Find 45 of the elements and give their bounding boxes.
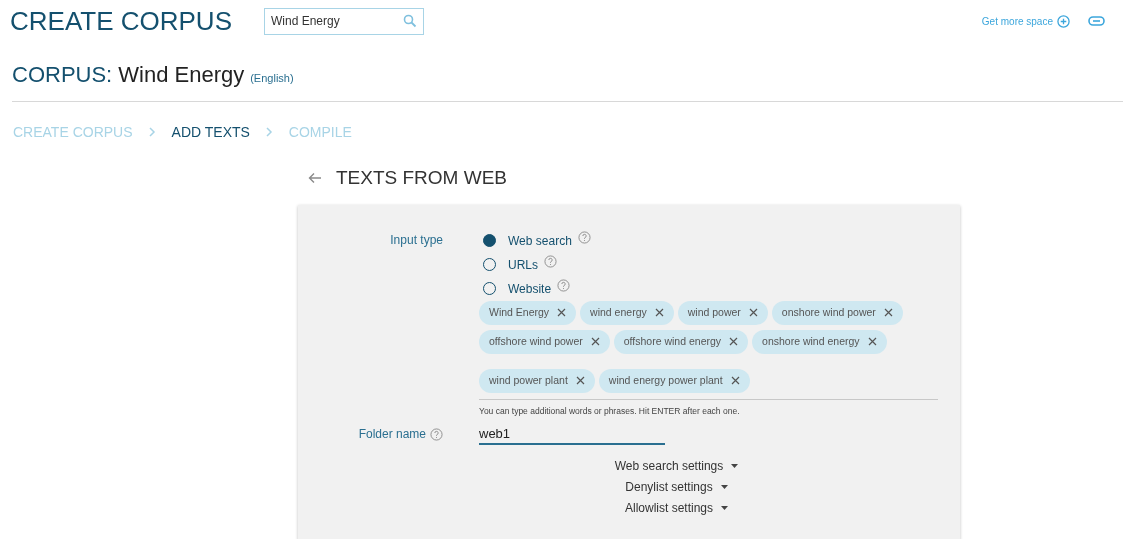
keyword-chip[interactable]: offshore wind energy bbox=[613, 329, 749, 354]
keyword-chip[interactable]: onshore wind energy bbox=[752, 329, 887, 354]
back-arrow-icon[interactable] bbox=[308, 172, 322, 185]
close-icon[interactable] bbox=[590, 337, 600, 346]
folder-name-field[interactable]: web1 bbox=[479, 423, 665, 446]
keyword-chip[interactable]: wind energy bbox=[580, 300, 674, 325]
corpus-language: (English) bbox=[250, 71, 294, 86]
settings-dropdown[interactable]: Denylist settings bbox=[625, 478, 728, 496]
radio-label: URLs bbox=[508, 256, 538, 274]
corpus-label: CORPUS: bbox=[12, 61, 113, 89]
settings-dropdown[interactable]: Allowlist settings bbox=[625, 499, 728, 517]
close-icon[interactable] bbox=[730, 376, 740, 385]
app-title: CREATE CORPUS bbox=[10, 8, 232, 34]
chevron-right-icon bbox=[148, 127, 156, 137]
keyword-chip[interactable]: Wind Energy bbox=[479, 300, 577, 325]
close-icon[interactable] bbox=[867, 337, 877, 346]
corpus-name: Wind Energy bbox=[118, 61, 245, 89]
keyword-chip[interactable]: offshore wind power bbox=[479, 329, 610, 354]
radio-label: Website bbox=[508, 280, 552, 298]
close-icon[interactable] bbox=[575, 376, 585, 385]
chevron-right-icon bbox=[265, 127, 273, 137]
keyword-chip[interactable]: wind power bbox=[677, 300, 768, 325]
close-icon[interactable] bbox=[729, 337, 739, 346]
hint-text: You can type additional words or phrases. Hit ENTER after each one. bbox=[479, 404, 741, 418]
link-icon[interactable] bbox=[1088, 16, 1105, 26]
close-icon[interactable] bbox=[748, 308, 758, 317]
keyword-chip[interactable]: wind power plant bbox=[479, 368, 595, 393]
section-title: TEXTS FROM WEB bbox=[336, 166, 507, 190]
close-icon[interactable] bbox=[883, 308, 893, 317]
keyword-chip[interactable]: onshore wind power bbox=[771, 300, 903, 325]
search-field[interactable]: Wind Energy bbox=[264, 7, 424, 35]
step-tab[interactable]: ADD TEXTS bbox=[171, 121, 250, 143]
radio-button[interactable] bbox=[483, 234, 496, 247]
input-type-label: Input type bbox=[390, 232, 443, 247]
caret-down-icon bbox=[731, 463, 739, 468]
caret-down-icon bbox=[720, 484, 728, 489]
keyword-chip[interactable]: wind energy power plant bbox=[598, 368, 750, 393]
settings-dropdown[interactable]: Web search settings bbox=[614, 457, 739, 475]
radio-label: Web search bbox=[508, 232, 572, 250]
close-icon[interactable] bbox=[557, 308, 567, 317]
plus-circle-icon bbox=[1057, 14, 1070, 28]
folder-name-label: Folder name bbox=[358, 426, 426, 444]
caret-down-icon bbox=[721, 505, 728, 510]
search-value: Wind Energy bbox=[271, 13, 341, 30]
close-icon[interactable] bbox=[654, 308, 664, 317]
